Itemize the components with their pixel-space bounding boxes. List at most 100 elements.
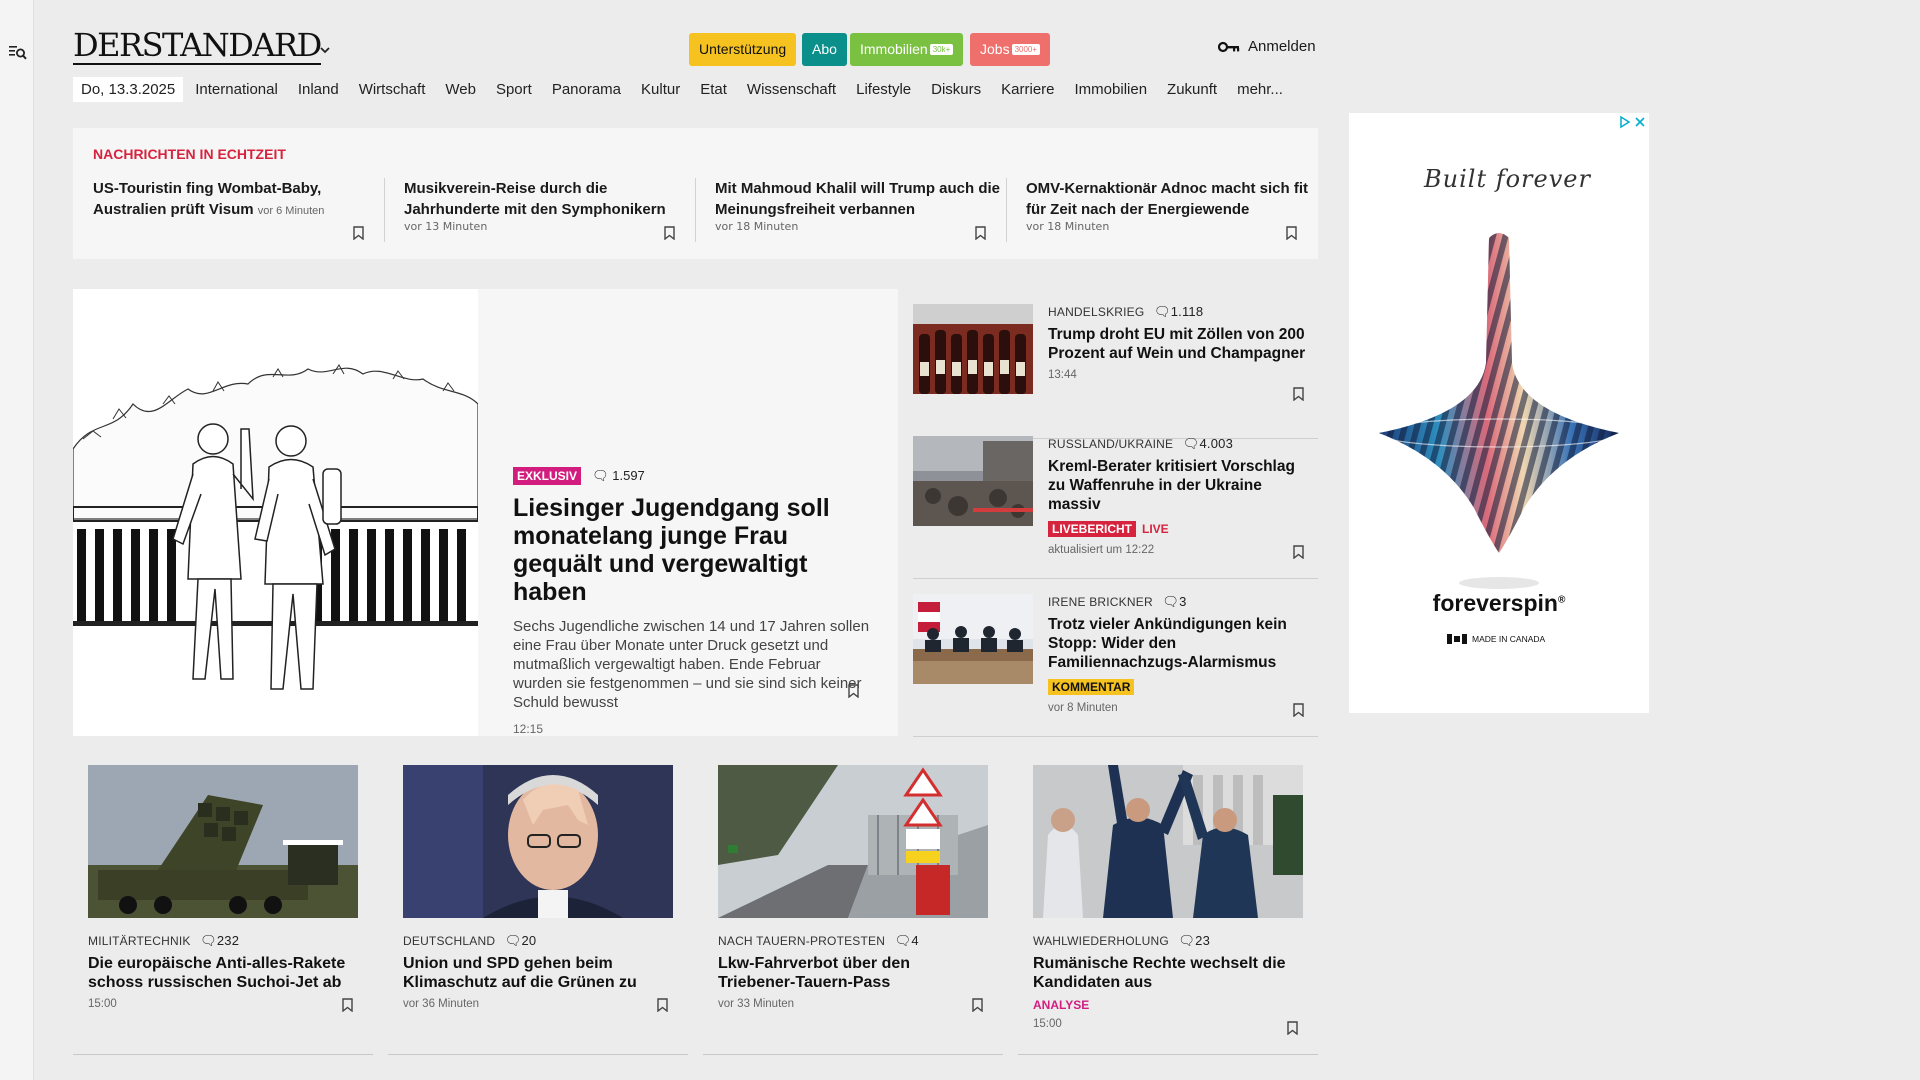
- left-sidebar: [0, 0, 34, 1080]
- ticker-headline: OMV-Kernaktionär Adnoc macht sich fit fü…: [1026, 180, 1308, 218]
- livebericht-tag: LIVEBERICHT: [1048, 521, 1137, 537]
- article-time: vor 33 Minuten: [718, 998, 795, 1010]
- article-card[interactable]: DEUTSCHLAND 🗨20 Union und SPD gehen beim…: [388, 765, 688, 1055]
- nav-item-karriere[interactable]: Karriere: [1001, 81, 1054, 98]
- nav-item-web[interactable]: Web: [445, 81, 476, 98]
- main-nav: Do, 13.3.2025 International Inland Wirts…: [73, 77, 1303, 102]
- nav-item-immobilien[interactable]: Immobilien: [1075, 81, 1148, 98]
- comment-count[interactable]: 🗨23: [1178, 933, 1210, 948]
- article-card[interactable]: NACH TAUERN-PROTESTEN 🗨4 Lkw-Fahrverbot …: [703, 765, 1003, 1055]
- ticker-item[interactable]: Mit Mahmoud Khalil will Trump auch die M…: [715, 178, 1015, 250]
- bookmark-icon[interactable]: [848, 684, 859, 698]
- nav-item-etat[interactable]: Etat: [700, 81, 727, 98]
- article-headline[interactable]: Rumänische Rechte wechselt die Kandidate…: [1033, 954, 1303, 992]
- comment-count[interactable]: 🗨232: [200, 933, 239, 948]
- bookmark-icon[interactable]: [342, 998, 353, 1012]
- registered-mark: ®: [1557, 594, 1566, 606]
- comment-count[interactable]: 🗨20: [505, 933, 537, 948]
- lead-article[interactable]: EXKLUSIV 🗨 1.597 Liesinger Jugendgang so…: [72, 289, 898, 736]
- article-headline[interactable]: Union und SPD gehen beim Klimaschutz auf…: [403, 954, 673, 992]
- comment-count[interactable]: 🗨 1.597: [592, 468, 645, 483]
- comment-icon: 🗨: [200, 933, 217, 948]
- support-button[interactable]: Unterstützung: [689, 33, 797, 66]
- kicker: MILITÄRTECHNIK: [88, 934, 191, 948]
- chevron-down-icon[interactable]: [320, 45, 330, 55]
- nav-item-panorama[interactable]: Panorama: [552, 81, 621, 98]
- article-thumbnail: [403, 765, 673, 918]
- bookmark-icon[interactable]: [664, 226, 675, 240]
- bookmark-icon[interactable]: [1287, 1021, 1298, 1035]
- nav-item-inland[interactable]: Inland: [298, 81, 339, 98]
- jobs-button[interactable]: Jobs 3000+: [970, 33, 1051, 66]
- ticker-item[interactable]: US-Touristin fing Wombat-Baby, Australie…: [93, 178, 393, 250]
- ad-origin: MADE IN CANADA: [1447, 634, 1545, 644]
- comment-icon: 🗨: [1162, 594, 1180, 609]
- bookmark-icon[interactable]: [1293, 545, 1304, 559]
- nav-item-zukunft[interactable]: Zukunft: [1167, 81, 1217, 98]
- article-thumbnail: [913, 594, 1033, 684]
- nav-item-lifestyle[interactable]: Lifestyle: [856, 81, 911, 98]
- nav-item-diskurs[interactable]: Diskurs: [931, 81, 981, 98]
- article-headline[interactable]: Trotz vieler Ankündigungen kein Stopp: W…: [1048, 615, 1308, 672]
- bookmark-icon[interactable]: [657, 998, 668, 1012]
- nav-item-sport[interactable]: Sport: [496, 81, 532, 98]
- live-ticker: NACHRICHTEN IN ECHTZEIT US-Touristin fin…: [73, 128, 1318, 259]
- side-article[interactable]: IRENE BRICKNER 🗨3 Trotz vieler Ankündigu…: [913, 579, 1318, 737]
- site-logo[interactable]: DERSTANDARD: [73, 28, 322, 65]
- key-icon: [1218, 41, 1240, 52]
- article-headline[interactable]: Kreml-Berater kritisiert Vorschlag zu Wa…: [1048, 457, 1308, 514]
- nav-item-wissenschaft[interactable]: Wissenschaft: [747, 81, 836, 98]
- menu-search-icon[interactable]: [9, 44, 27, 60]
- lead-teaser: Sechs Jugendliche zwischen 14 und 17 Jah…: [513, 618, 870, 711]
- article-text: IRENE BRICKNER 🗨3 Trotz vieler Ankündigu…: [1048, 594, 1308, 714]
- side-article[interactable]: HANDELSKRIEG 🗨1.118 Trump droht EU mit Z…: [913, 289, 1318, 439]
- side-article[interactable]: RUSSLAND/UKRAINE 🗨4.003 Kreml-Berater kr…: [913, 421, 1318, 579]
- bookmark-icon[interactable]: [972, 998, 983, 1012]
- divider: [1006, 178, 1007, 242]
- comment-count-value: 1.118: [1170, 304, 1204, 319]
- comment-icon: 🗨: [1178, 933, 1196, 948]
- divider: [695, 178, 696, 242]
- bookmark-icon[interactable]: [1293, 387, 1304, 401]
- ticker-headline: Musikverein-Reise durch die Jahrhunderte…: [404, 180, 666, 218]
- comment-count[interactable]: 🗨4.003: [1183, 436, 1233, 451]
- login-button[interactable]: Anmelden: [1218, 38, 1316, 55]
- kommentar-tag: KOMMENTAR: [1048, 679, 1135, 695]
- article-card[interactable]: WAHLWIEDERHOLUNG 🗨23 Rumänische Rechte w…: [1018, 765, 1318, 1055]
- article-thumbnail: [1033, 765, 1303, 918]
- divider: [73, 1054, 373, 1055]
- comment-count-value: 4.003: [1199, 436, 1234, 451]
- bookmark-icon[interactable]: [975, 226, 986, 240]
- comment-count-value: 3: [1179, 594, 1187, 609]
- comment-count-value: 23: [1195, 933, 1211, 948]
- nav-item-mehr[interactable]: mehr...: [1237, 81, 1283, 98]
- comment-count[interactable]: 🗨4: [895, 933, 919, 948]
- kicker: DEUTSCHLAND: [403, 934, 496, 948]
- comment-count-value: 1.597: [612, 468, 645, 483]
- comment-count[interactable]: 🗨1.118: [1154, 304, 1203, 319]
- lead-text: EXKLUSIV 🗨 1.597 Liesinger Jugendgang so…: [513, 465, 873, 736]
- current-date: Do, 13.3.2025: [73, 77, 184, 102]
- lead-headline[interactable]: Liesinger Jugendgang soll monatelang jun…: [513, 494, 873, 606]
- comment-count[interactable]: 🗨3: [1162, 594, 1186, 609]
- nav-item-kultur[interactable]: Kultur: [641, 81, 680, 98]
- ticker-item[interactable]: Musikverein-Reise durch die Jahrhunderte…: [404, 178, 704, 250]
- article-headline[interactable]: Trump droht EU mit Zöllen von 200 Prozen…: [1048, 325, 1308, 363]
- jobs-badge: 3000+: [1011, 44, 1041, 55]
- kicker: RUSSLAND/UKRAINE: [1048, 437, 1174, 451]
- bookmark-icon[interactable]: [353, 226, 364, 240]
- immobilien-button[interactable]: Immobilien 30k+: [850, 33, 964, 66]
- canada-flag-icon: [1447, 634, 1467, 644]
- spinning-top-image: [1376, 233, 1622, 589]
- divider: [1018, 1054, 1318, 1055]
- nav-item-international[interactable]: International: [195, 81, 278, 98]
- abo-button[interactable]: Abo: [802, 33, 847, 66]
- nav-item-wirtschaft[interactable]: Wirtschaft: [359, 81, 426, 98]
- article-card[interactable]: MILITÄRTECHNIK 🗨232 Die europäische Anti…: [73, 765, 373, 1055]
- article-headline[interactable]: Die europäische Anti-alles-Rakete schoss…: [88, 954, 358, 992]
- bookmark-icon[interactable]: [1293, 703, 1304, 717]
- ticker-item[interactable]: OMV-Kernaktionär Adnoc macht sich fit fü…: [1026, 178, 1326, 250]
- advertisement[interactable]: Built forever foreverspin® MADE IN CANAD…: [1349, 113, 1649, 713]
- article-headline[interactable]: Lkw-Fahrverbot über den Triebener-Tauern…: [718, 954, 988, 992]
- bookmark-icon[interactable]: [1286, 226, 1297, 240]
